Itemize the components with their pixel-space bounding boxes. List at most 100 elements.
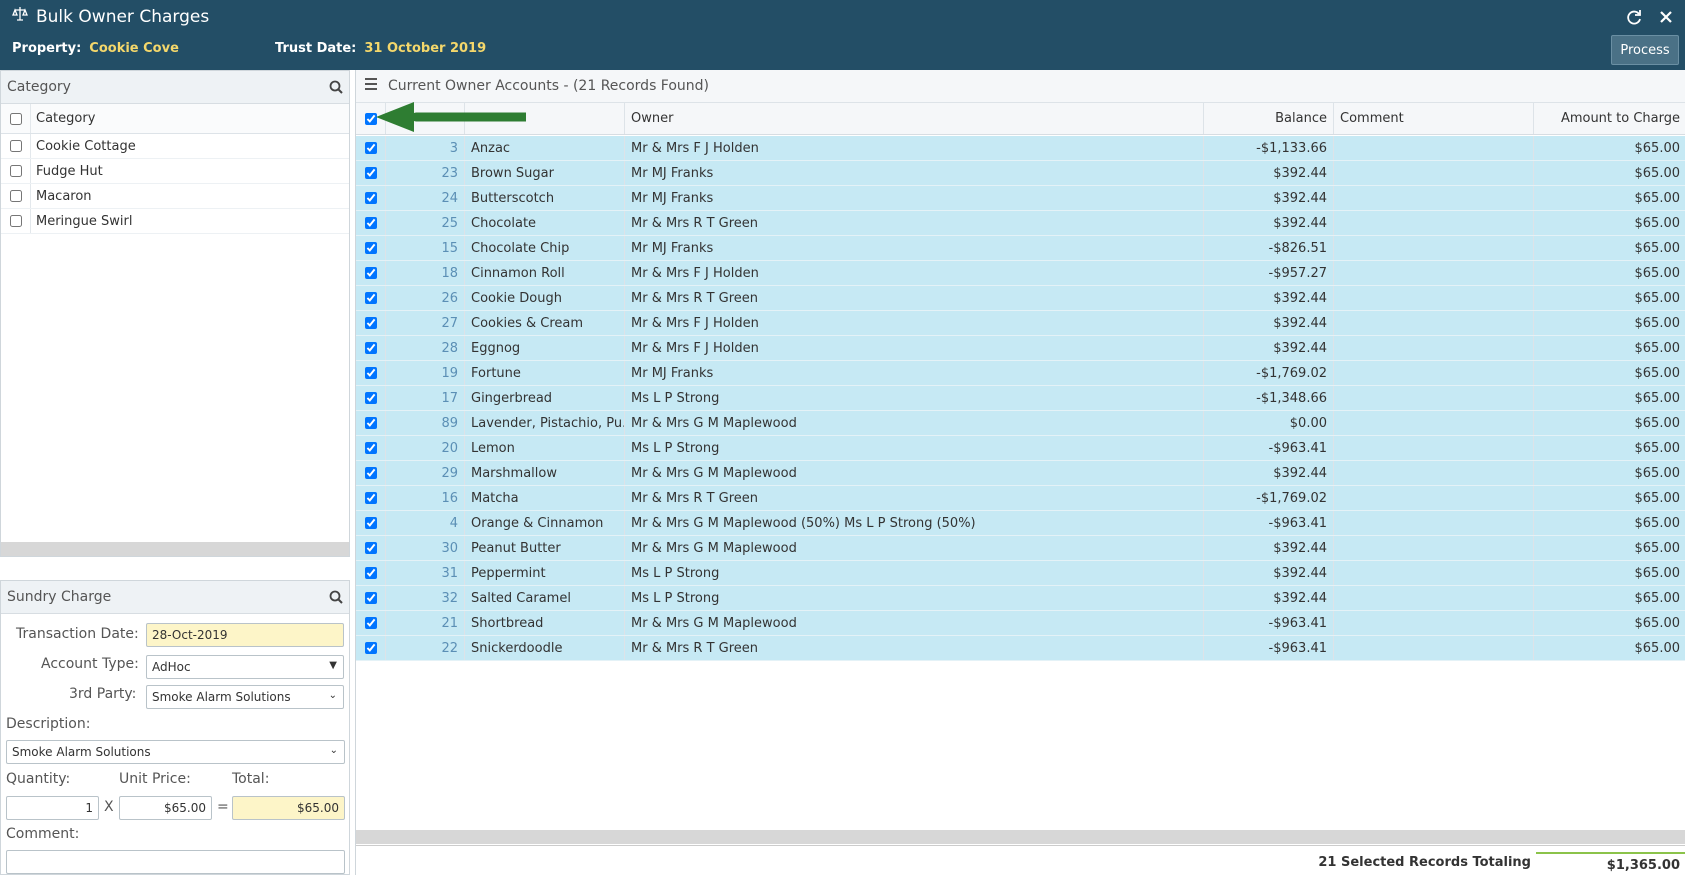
cell-comment[interactable]: [1334, 236, 1534, 260]
search-icon[interactable]: [329, 80, 343, 94]
cell-amount[interactable]: $65.00: [1534, 611, 1685, 635]
table-row[interactable]: 18 Cinnamon Roll Mr & Mrs F J Holden -$957.…: [356, 261, 1685, 286]
row-checkbox[interactable]: [364, 392, 377, 404]
table-row[interactable]: 31 Peppermint Ms L P Strong $392.44 $65.00: [356, 561, 1685, 586]
refresh-icon[interactable]: [1625, 8, 1643, 26]
process-button[interactable]: Process: [1611, 35, 1679, 65]
row-checkbox[interactable]: [364, 367, 377, 379]
description-select[interactable]: Smoke Alarm Solutions ⌄: [6, 740, 345, 764]
row-checkbox[interactable]: [364, 217, 377, 229]
cell-amount[interactable]: $65.00: [1534, 386, 1685, 410]
table-row[interactable]: 26 Cookie Dough Mr & Mrs R T Green $392.44 $…: [356, 286, 1685, 311]
cell-comment[interactable]: [1334, 436, 1534, 460]
cell-amount[interactable]: $65.00: [1534, 186, 1685, 210]
row-checkbox[interactable]: [364, 517, 377, 529]
cell-amount[interactable]: $65.00: [1534, 461, 1685, 485]
cell-comment[interactable]: [1334, 411, 1534, 435]
cell-comment[interactable]: [1334, 611, 1534, 635]
table-row[interactable]: 25 Chocolate Mr & Mrs R T Green $392.44 $65.…: [356, 211, 1685, 236]
table-row[interactable]: 89 Lavender, Pistachio, Pu... Mr & Mrs G M…: [356, 411, 1685, 436]
transaction-date-field[interactable]: 28-Oct-2019: [146, 623, 344, 647]
row-checkbox[interactable]: [364, 267, 377, 279]
category-scrollbar[interactable]: [1, 542, 349, 556]
cell-amount[interactable]: $65.00: [1534, 236, 1685, 260]
row-checkbox[interactable]: [364, 142, 377, 154]
cell-comment[interactable]: [1334, 386, 1534, 410]
cell-comment[interactable]: [1334, 461, 1534, 485]
cell-amount[interactable]: $65.00: [1534, 411, 1685, 435]
table-row[interactable]: 23 Brown Sugar Mr MJ Franks $392.44 $65.00: [356, 161, 1685, 186]
table-row[interactable]: 32 Salted Caramel Ms L P Strong $392.44 $65.…: [356, 586, 1685, 611]
cell-comment[interactable]: [1334, 186, 1534, 210]
table-row[interactable]: 3 Anzac Mr & Mrs F J Holden -$1,133.66 $65.0…: [356, 136, 1685, 161]
table-row[interactable]: 22 Snickerdoodle Mr & Mrs R T Green -$963.4…: [356, 636, 1685, 661]
cell-amount[interactable]: $65.00: [1534, 336, 1685, 360]
category-row[interactable]: Meringue Swirl: [1, 209, 349, 234]
row-checkbox[interactable]: [364, 342, 377, 354]
table-row[interactable]: 27 Cookies & Cream Mr & Mrs F J Holden $392…: [356, 311, 1685, 336]
search-icon[interactable]: [329, 590, 343, 604]
cell-amount[interactable]: $65.00: [1534, 161, 1685, 185]
cell-amount[interactable]: $65.00: [1534, 536, 1685, 560]
cell-comment[interactable]: [1334, 586, 1534, 610]
comment-input[interactable]: [6, 850, 345, 874]
cell-comment[interactable]: [1334, 311, 1534, 335]
cell-comment[interactable]: [1334, 536, 1534, 560]
cell-amount[interactable]: $65.00: [1534, 311, 1685, 335]
cell-comment[interactable]: [1334, 636, 1534, 660]
cell-amount[interactable]: $65.00: [1534, 636, 1685, 660]
cell-amount[interactable]: $65.00: [1534, 361, 1685, 385]
unit-price-input[interactable]: $65.00: [119, 796, 212, 820]
cell-amount[interactable]: $65.00: [1534, 261, 1685, 285]
select-all-checkbox[interactable]: [364, 112, 377, 125]
table-row[interactable]: 28 Eggnog Mr & Mrs F J Holden $392.44 $65.00: [356, 336, 1685, 361]
table-row[interactable]: 21 Shortbread Mr & Mrs G M Maplewood -$963.…: [356, 611, 1685, 636]
table-row[interactable]: 17 Gingerbread Ms L P Strong -$1,348.66 $65.…: [356, 386, 1685, 411]
cell-amount[interactable]: $65.00: [1534, 436, 1685, 460]
grid-horizontal-scrollbar[interactable]: [356, 830, 1685, 844]
cell-comment[interactable]: [1334, 486, 1534, 510]
cell-amount[interactable]: $65.00: [1534, 486, 1685, 510]
row-checkbox[interactable]: [364, 542, 377, 554]
hamburger-menu-icon[interactable]: [364, 78, 378, 94]
column-header-amount[interactable]: Amount to Charge: [1534, 103, 1685, 134]
cell-amount[interactable]: $65.00: [1534, 586, 1685, 610]
table-row[interactable]: 16 Matcha Mr & Mrs R T Green -$1,769.02 $65.…: [356, 486, 1685, 511]
cell-amount[interactable]: $65.00: [1534, 511, 1685, 535]
cell-comment[interactable]: [1334, 336, 1534, 360]
category-row[interactable]: Cookie Cottage: [1, 134, 349, 159]
table-row[interactable]: 20 Lemon Ms L P Strong -$963.41 $65.00: [356, 436, 1685, 461]
third-party-select[interactable]: Smoke Alarm Solutions ⌄: [146, 685, 344, 709]
cell-amount[interactable]: $65.00: [1534, 136, 1685, 160]
category-row[interactable]: Fudge Hut: [1, 159, 349, 184]
account-type-select[interactable]: AdHoc ▼: [146, 655, 344, 679]
category-select-all-checkbox[interactable]: [9, 112, 22, 125]
row-checkbox[interactable]: [364, 167, 377, 179]
table-row[interactable]: 30 Peanut Butter Mr & Mrs G M Maplewood $39…: [356, 536, 1685, 561]
cell-comment[interactable]: [1334, 361, 1534, 385]
row-checkbox[interactable]: [364, 592, 377, 604]
row-checkbox[interactable]: [364, 567, 377, 579]
column-header-owner[interactable]: Owner: [625, 103, 1204, 134]
row-checkbox[interactable]: [364, 292, 377, 304]
table-row[interactable]: 29 Marshmallow Mr & Mrs G M Maplewood $392.…: [356, 461, 1685, 486]
row-checkbox[interactable]: [364, 317, 377, 329]
category-checkbox[interactable]: [9, 215, 22, 227]
column-header-balance[interactable]: Balance: [1204, 103, 1334, 134]
row-checkbox[interactable]: [364, 467, 377, 479]
category-row[interactable]: Macaron: [1, 184, 349, 209]
row-checkbox[interactable]: [364, 617, 377, 629]
row-checkbox[interactable]: [364, 492, 377, 504]
row-checkbox[interactable]: [364, 442, 377, 454]
cell-amount[interactable]: $65.00: [1534, 286, 1685, 310]
cell-comment[interactable]: [1334, 286, 1534, 310]
cell-comment[interactable]: [1334, 161, 1534, 185]
table-row[interactable]: 4 Orange & Cinnamon Mr & Mrs G M Maplewood…: [356, 511, 1685, 536]
cell-comment[interactable]: [1334, 136, 1534, 160]
cell-amount[interactable]: $65.00: [1534, 211, 1685, 235]
quantity-input[interactable]: 1: [6, 796, 99, 820]
cell-comment[interactable]: [1334, 511, 1534, 535]
table-row[interactable]: 24 Butterscotch Mr MJ Franks $392.44 $65.00: [356, 186, 1685, 211]
column-header-comment[interactable]: Comment: [1334, 103, 1534, 134]
cell-amount[interactable]: $65.00: [1534, 561, 1685, 585]
